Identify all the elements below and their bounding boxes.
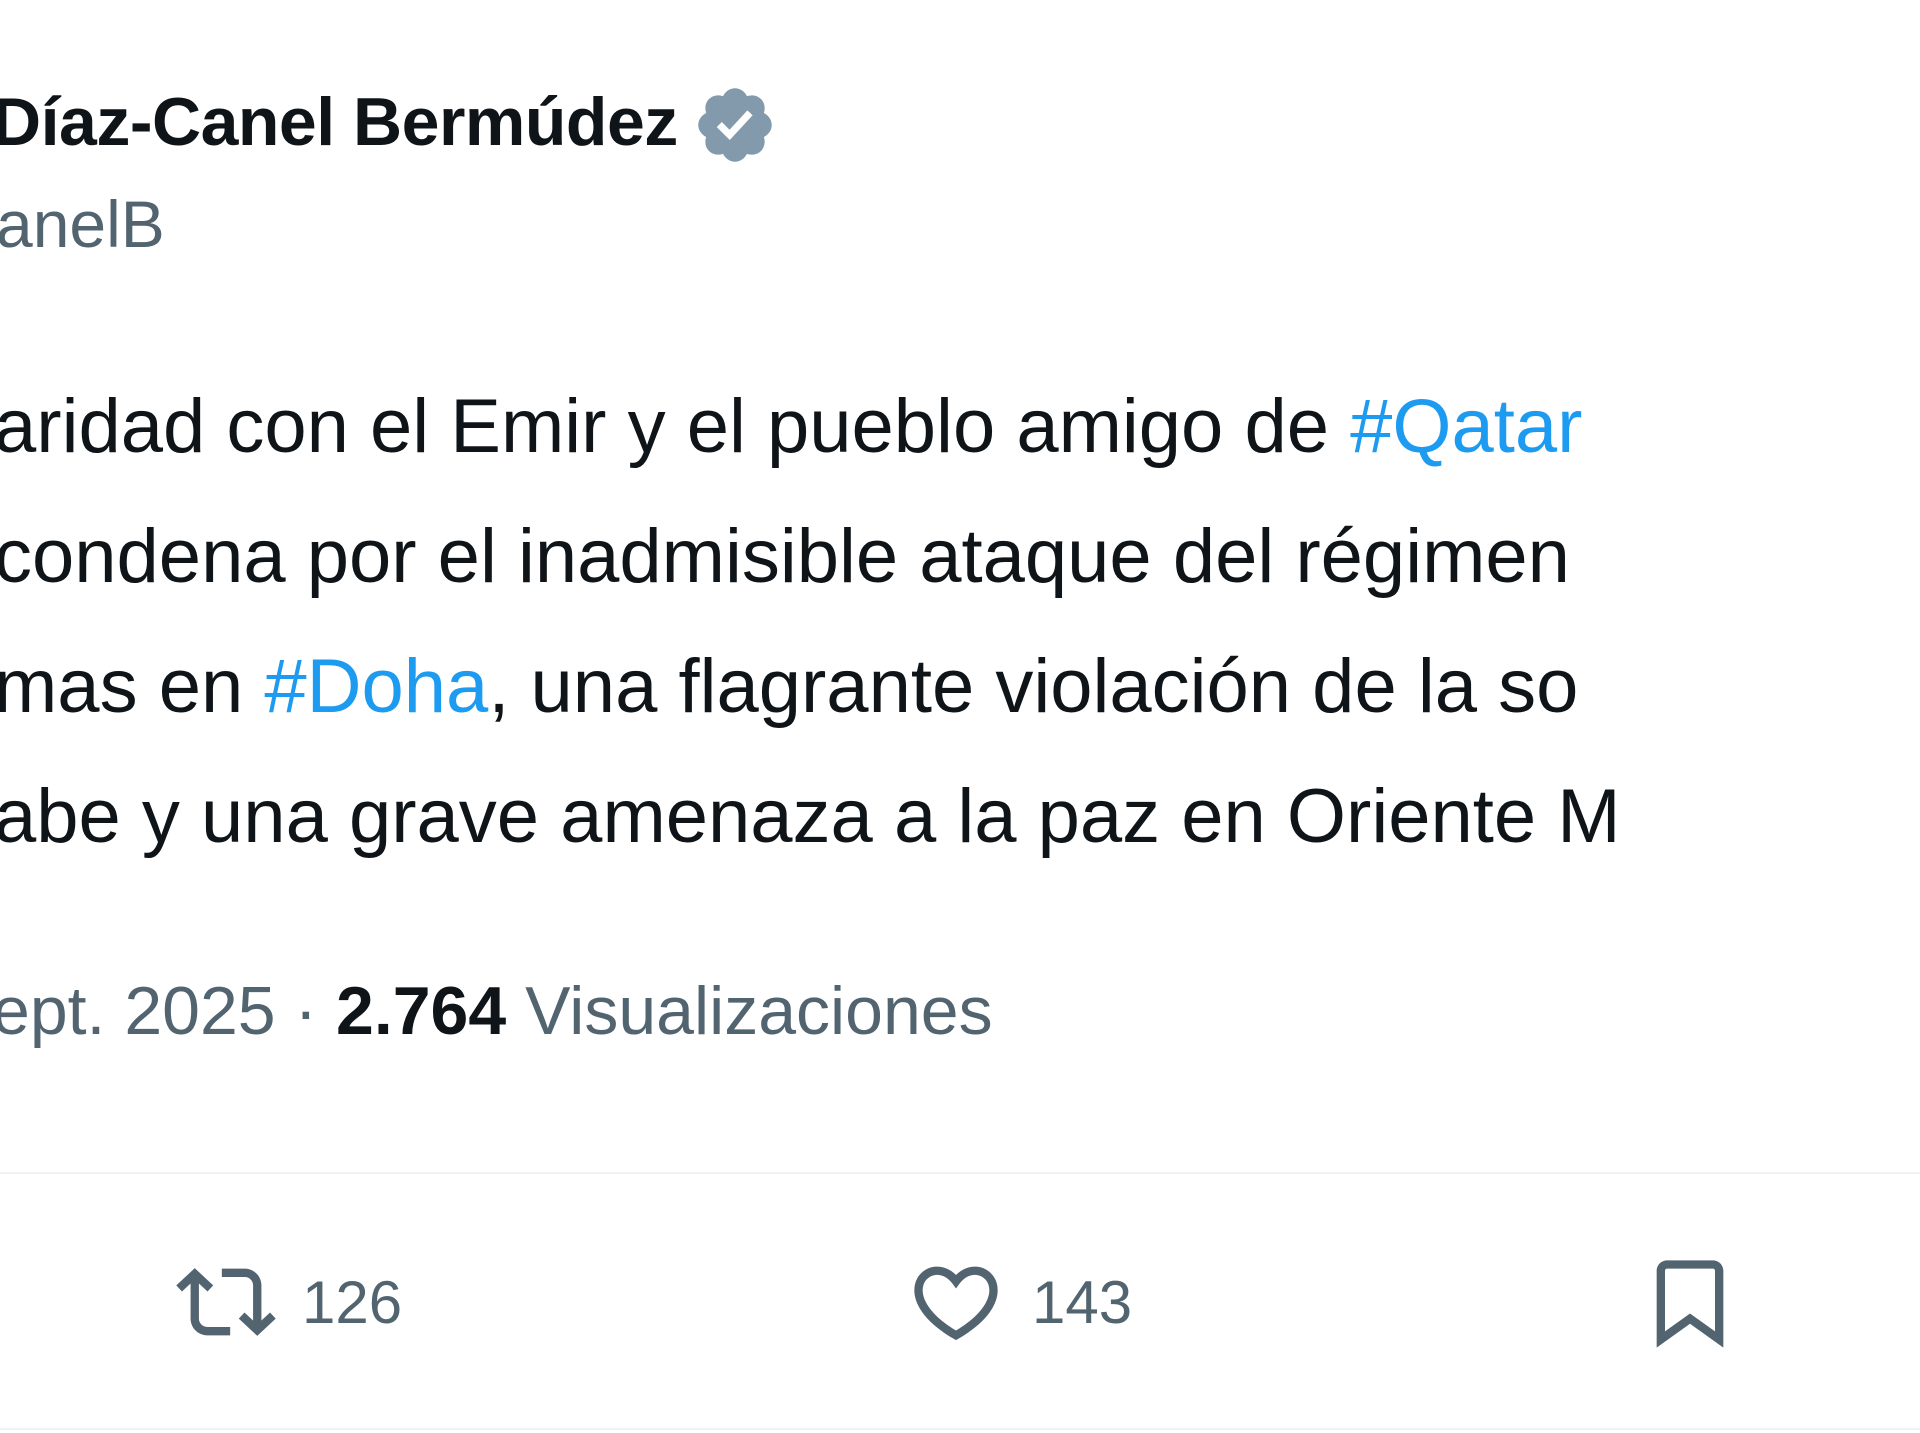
repost-button[interactable]: 126 (176, 1252, 402, 1352)
tweet-line: mas en #Doha, una flagrante violación de… (0, 622, 1621, 752)
heart-icon (914, 1266, 998, 1341)
tweet-text-segment: abe y una grave amenaza a la paz en Orie… (0, 774, 1621, 859)
tweet-text-segment: condena por el inadmisible ataque del ré… (0, 514, 1570, 599)
bookmark-icon (1656, 1260, 1724, 1348)
tweet-line: abe y una grave amenaza a la paz en Orie… (0, 752, 1621, 882)
tweet-text: aridad con el Emir y el pueblo amigo de … (0, 362, 1621, 882)
views-count: 2.764 (336, 973, 507, 1049)
meta-separator: · (275, 973, 337, 1049)
author-name[interactable]: Díaz-Canel Bermúdez (0, 83, 678, 161)
hashtag-link-doha[interactable]: #Doha (264, 644, 488, 729)
divider (0, 1428, 1920, 1430)
divider (0, 1172, 1920, 1174)
tweet-line: aridad con el Emir y el pueblo amigo de … (0, 362, 1621, 492)
like-button[interactable]: 143 (906, 1252, 1132, 1352)
author-row: Díaz-Canel Bermúdez (0, 72, 778, 172)
views-label: Visualizaciones (525, 973, 993, 1049)
like-count: 143 (1032, 1268, 1133, 1336)
tweet-line: condena por el inadmisible ataque del ré… (0, 492, 1621, 622)
tweet-meta: ept. 2025 · 2.764 Visualizaciones (0, 972, 993, 1050)
tweet-text-segment: mas en (0, 644, 265, 729)
tweet-text-segment: aridad con el Emir y el pueblo amigo de (0, 384, 1351, 469)
tweet: Díaz-Canel Bermúdez anelB aridad con el … (0, 0, 1920, 1433)
bookmark-button[interactable] (1640, 1252, 1740, 1352)
author-handle[interactable]: anelB (0, 186, 165, 262)
tweet-date[interactable]: ept. 2025 (0, 973, 276, 1049)
repost-count: 126 (302, 1268, 403, 1336)
verified-badge-icon[interactable] (692, 82, 778, 168)
tweet-text-segment: , una flagrante violación de la so (488, 644, 1579, 729)
hashtag-link-qatar[interactable]: #Qatar (1350, 384, 1582, 469)
repost-icon (176, 1268, 276, 1336)
